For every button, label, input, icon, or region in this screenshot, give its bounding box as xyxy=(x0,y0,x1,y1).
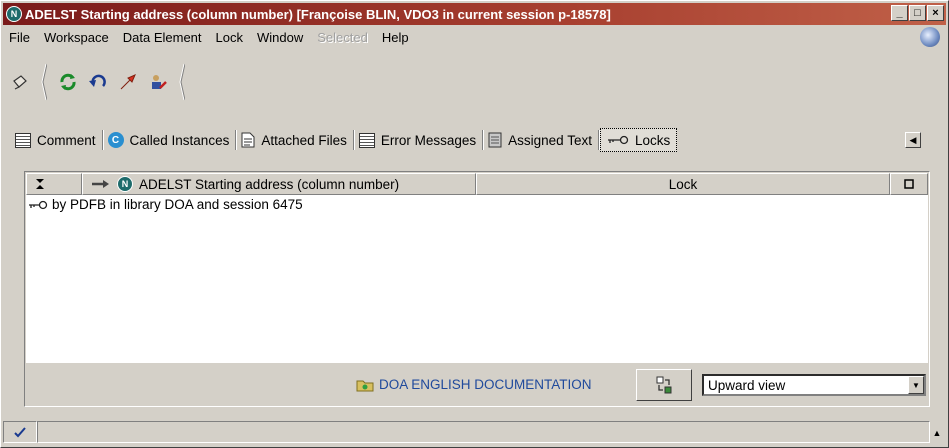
toolbar xyxy=(5,53,945,111)
lock-description: by PDFB in library DOA and session 6475 xyxy=(52,197,303,212)
status-check-cell xyxy=(3,421,37,443)
tab-error-messages[interactable]: Error Messages xyxy=(355,128,482,152)
lock-column-header[interactable]: Lock xyxy=(476,173,890,195)
chevron-down-icon[interactable]: ▼ xyxy=(908,376,924,394)
menu-lock[interactable]: Lock xyxy=(210,30,251,45)
undo-icon[interactable] xyxy=(83,67,113,97)
tab-scroll-left-button[interactable]: ◀ xyxy=(905,132,921,148)
tab-label: Comment xyxy=(37,132,96,148)
app-window: N ADELST Starting address (column number… xyxy=(0,0,949,448)
comment-icon xyxy=(15,132,31,148)
menu-help[interactable]: Help xyxy=(376,30,417,45)
arrow-icon[interactable] xyxy=(113,67,143,97)
globe-logo-icon xyxy=(920,27,940,47)
close-button[interactable]: × xyxy=(927,5,944,21)
column-chooser-button[interactable] xyxy=(890,173,928,195)
maximize-button[interactable]: □ xyxy=(909,5,926,21)
table-row[interactable]: by PDFB in library DOA and session 6475 xyxy=(28,197,303,212)
tab-assigned-text[interactable]: Assigned Text xyxy=(484,128,598,152)
folder-icon xyxy=(356,380,374,391)
tab-label: Attached Files xyxy=(261,132,347,148)
element-column-label: ADELST Starting address (column number) xyxy=(139,176,400,192)
menu-selected: Selected xyxy=(317,29,368,45)
app-icon: N xyxy=(6,6,22,22)
check-icon xyxy=(14,427,26,438)
sort-icon xyxy=(36,179,44,189)
lock-column-label: Lock xyxy=(668,176,698,192)
menu-bar: File Workspace Data Element Lock Window … xyxy=(3,27,946,47)
tab-label: Called Instances xyxy=(129,132,230,148)
tab-strip: Comment C Called Instances Attached File… xyxy=(11,127,678,153)
tab-called-instances[interactable]: C Called Instances xyxy=(104,128,236,152)
status-expand-icon[interactable]: ▲ xyxy=(930,421,944,445)
window-title: ADELST Starting address (column number) … xyxy=(25,6,611,22)
menu-data-element[interactable]: Data Element xyxy=(117,30,210,45)
title-bar[interactable]: N ADELST Starting address (column number… xyxy=(3,3,946,25)
tab-attached-files[interactable]: Attached Files xyxy=(237,128,353,152)
locks-grid: N ADELST Starting address (column number… xyxy=(26,173,928,363)
user-edit-icon[interactable] xyxy=(143,67,173,97)
tab-comment[interactable]: Comment xyxy=(11,128,102,152)
menu-file[interactable]: File xyxy=(3,30,38,45)
panel-footer: DOA ENGLISH DOCUMENTATION Upward view ▼ xyxy=(26,365,928,405)
switch-view-button[interactable] xyxy=(636,369,692,401)
assigned-text-icon xyxy=(488,132,502,148)
window-controls: _ □ × xyxy=(891,5,944,21)
documentation-link[interactable]: DOA ENGLISH DOCUMENTATION xyxy=(356,377,592,392)
element-type-icon: N xyxy=(117,176,133,192)
tab-label: Assigned Text xyxy=(508,132,592,148)
view-select[interactable]: Upward view ▼ xyxy=(702,374,926,396)
error-messages-icon xyxy=(358,132,375,148)
tab-locks[interactable]: Locks xyxy=(599,128,678,152)
key-icon xyxy=(29,200,48,209)
square-icon xyxy=(904,179,914,189)
tab-label: Error Messages xyxy=(380,132,477,148)
menu-window[interactable]: Window xyxy=(251,30,311,45)
minimize-button[interactable]: _ xyxy=(891,5,908,21)
key-icon xyxy=(607,135,629,145)
sort-column-header[interactable] xyxy=(26,173,82,195)
view-select-value: Upward view xyxy=(708,377,786,393)
status-bar: ▲ xyxy=(3,421,946,445)
refresh-icon[interactable] xyxy=(53,67,83,97)
pointer-icon[interactable] xyxy=(5,67,35,97)
attached-files-icon xyxy=(241,132,255,148)
menu-workspace[interactable]: Workspace xyxy=(38,30,117,45)
grid-header: N ADELST Starting address (column number… xyxy=(26,173,928,195)
tab-label: Locks xyxy=(634,132,671,148)
arrow-right-icon xyxy=(92,180,109,188)
toolbar-separator xyxy=(179,63,185,101)
element-column-header[interactable]: N ADELST Starting address (column number… xyxy=(82,173,476,195)
documentation-label: DOA ENGLISH DOCUMENTATION xyxy=(379,377,592,392)
toolbar-separator xyxy=(41,63,47,101)
swap-icon xyxy=(656,376,672,394)
locks-panel: N ADELST Starting address (column number… xyxy=(24,171,930,407)
called-instances-icon: C xyxy=(107,132,124,148)
status-message-cell xyxy=(37,421,930,443)
